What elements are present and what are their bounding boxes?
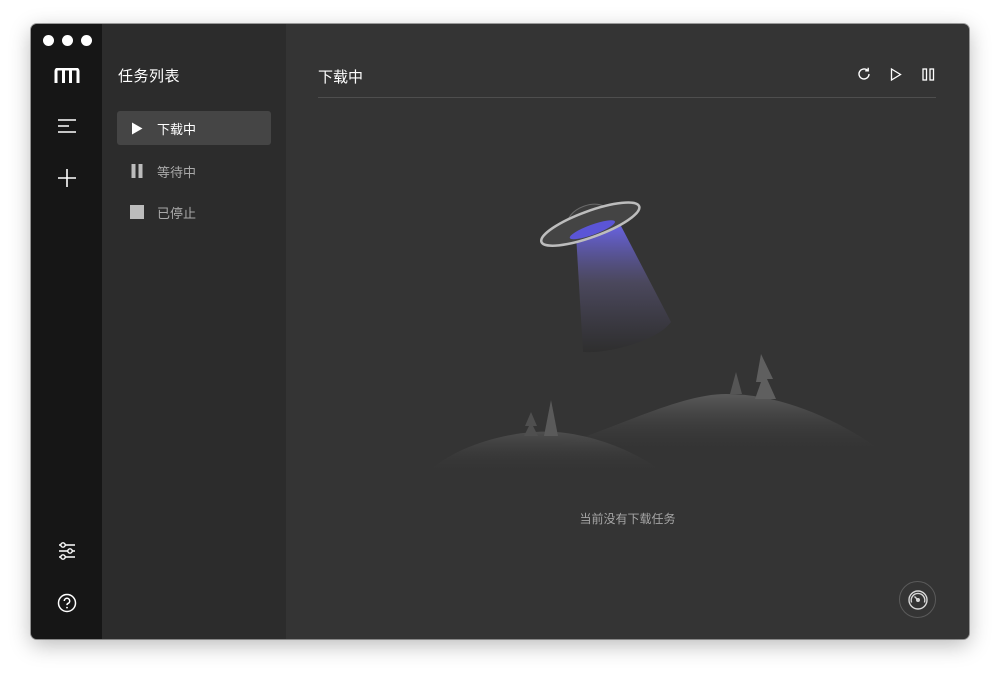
sidebar-item-label: 下载中 — [157, 122, 197, 138]
speedometer-icon[interactable] — [899, 581, 936, 618]
minimize-window-button[interactable] — [62, 35, 73, 46]
close-window-button[interactable] — [43, 35, 54, 46]
sidebar-item-label: 等待中 — [157, 165, 197, 181]
header-divider — [318, 97, 936, 98]
window-controls — [43, 35, 92, 46]
main-content: 下载中 当前没有下载任务 — [286, 24, 969, 639]
task-toolbar — [855, 65, 937, 83]
play-icon — [117, 122, 157, 135]
empty-state-text: 当前没有下载任务 — [579, 512, 676, 526]
empty-state-illustration — [426, 201, 886, 474]
refresh-icon[interactable] — [855, 65, 873, 83]
stop-icon — [117, 205, 157, 219]
sidebar-item-waiting[interactable]: 等待中 — [117, 154, 271, 188]
pause-icon — [117, 164, 157, 178]
preferences-icon[interactable] — [31, 539, 102, 563]
tree-small — [730, 372, 742, 394]
sidebar-title: 任务列表 — [118, 67, 181, 85]
app-window: 任务列表 下载中 等待中 已停止 下载中 当前没有下载任务 — [31, 24, 969, 639]
tree-short — [524, 412, 538, 436]
task-sidebar: 任务列表 下载中 等待中 已停止 — [102, 24, 286, 639]
sidebar-item-stopped[interactable]: 已停止 — [117, 195, 271, 229]
resume-all-icon[interactable] — [887, 65, 905, 83]
motrix-logo-icon — [31, 64, 102, 88]
page-title: 下载中 — [318, 68, 364, 86]
sidebar-item-downloading[interactable]: 下载中 — [117, 111, 271, 145]
maximize-window-button[interactable] — [81, 35, 92, 46]
pause-all-icon[interactable] — [919, 65, 937, 83]
help-icon[interactable] — [31, 591, 102, 615]
task-list-icon[interactable] — [31, 114, 102, 138]
ufo-beam — [576, 226, 671, 353]
sidebar-item-label: 已停止 — [157, 206, 197, 222]
tree-large — [755, 354, 776, 399]
tree-tall — [544, 400, 558, 436]
add-task-icon[interactable] — [31, 166, 102, 190]
icon-rail — [31, 24, 102, 639]
